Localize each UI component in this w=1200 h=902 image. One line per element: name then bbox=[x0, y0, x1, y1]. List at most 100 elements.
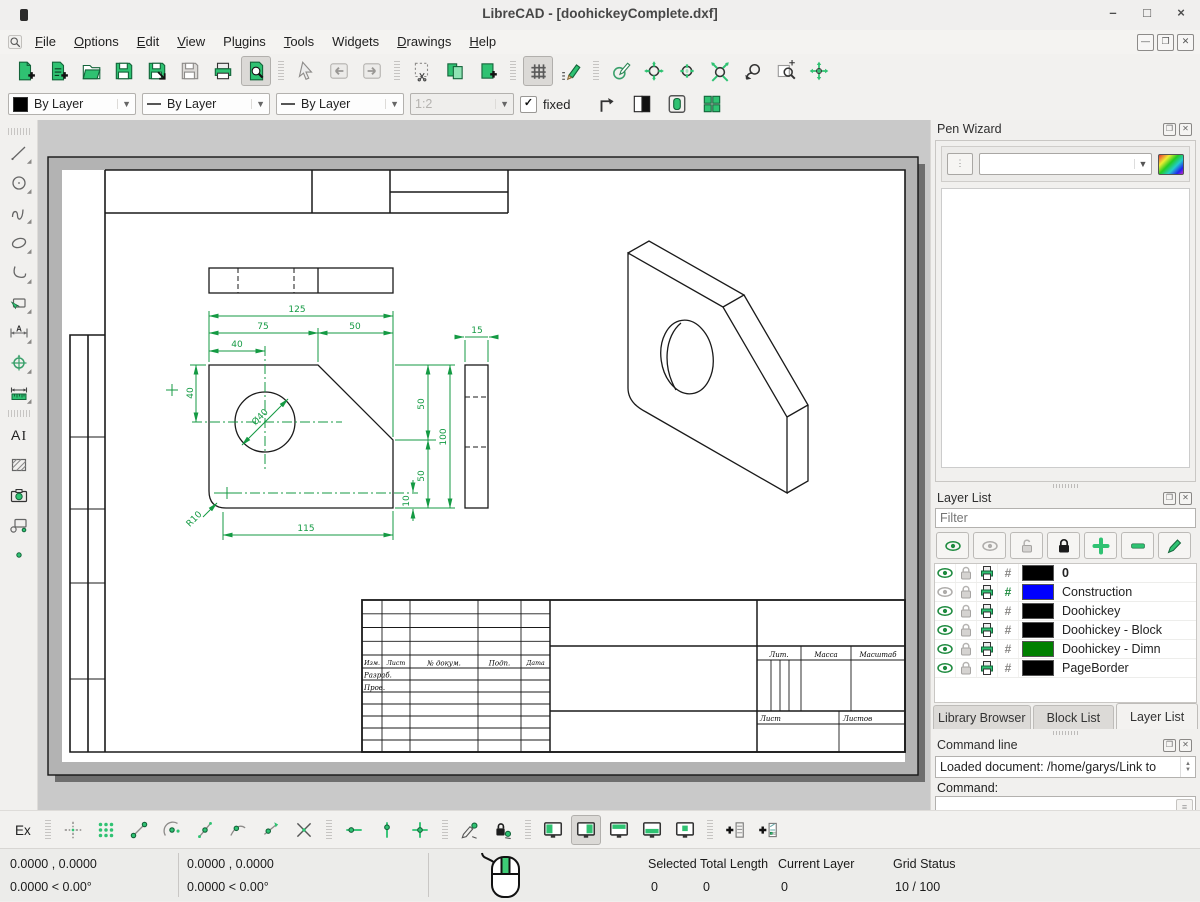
layer-color-swatch[interactable] bbox=[1022, 660, 1054, 676]
layer-lock-toggle[interactable] bbox=[956, 602, 977, 620]
menu-tools[interactable]: Tools bbox=[275, 31, 323, 53]
pen-linetype-combo[interactable]: By Layer ▼ bbox=[276, 93, 404, 115]
layer-print-toggle[interactable] bbox=[977, 659, 998, 677]
dock-top-button[interactable] bbox=[604, 815, 634, 845]
zoom-previous-button[interactable] bbox=[738, 56, 768, 86]
mdi-restore-button[interactable]: ❐ bbox=[1157, 34, 1174, 51]
layer-name[interactable]: Construction bbox=[1057, 585, 1132, 599]
tool-point-button[interactable] bbox=[4, 540, 34, 569]
layer-construction-toggle[interactable]: # bbox=[998, 564, 1019, 582]
tool-line-button[interactable]: ◢ bbox=[4, 138, 34, 167]
remove-layer-button[interactable] bbox=[1121, 532, 1154, 559]
print-button[interactable] bbox=[208, 56, 238, 86]
pen-wizard-list[interactable] bbox=[941, 188, 1190, 468]
tool-polyline-button[interactable]: ◢ bbox=[4, 258, 34, 287]
dock-bottom-button[interactable] bbox=[637, 815, 667, 845]
save-all-button[interactable] bbox=[175, 56, 205, 86]
snap-middle-button[interactable] bbox=[190, 815, 220, 845]
mdi-minimize-button[interactable]: — bbox=[1137, 34, 1154, 51]
pen-wizard-options-button[interactable]: ⋮ bbox=[947, 153, 973, 175]
layer-print-toggle[interactable] bbox=[977, 640, 998, 658]
layer-filter-input[interactable] bbox=[935, 508, 1196, 528]
pen-edit-button[interactable] bbox=[606, 56, 636, 86]
snap-center-button[interactable] bbox=[157, 815, 187, 845]
splitter-handle[interactable] bbox=[931, 482, 1200, 489]
add-pen-widget-button[interactable] bbox=[753, 815, 783, 845]
tab-layer-list[interactable]: Layer List bbox=[1116, 703, 1198, 729]
tool-spline-button[interactable]: ◢ bbox=[4, 198, 34, 227]
command-history[interactable]: Loaded document: /home/garys/Link to ▲▼ bbox=[935, 756, 1196, 778]
menu-help[interactable]: Help bbox=[460, 31, 505, 53]
fixed-checkbox[interactable]: ✓ bbox=[520, 96, 537, 113]
layer-lock-toggle[interactable] bbox=[956, 583, 977, 601]
layer-print-toggle[interactable] bbox=[977, 564, 998, 582]
black-white-button[interactable] bbox=[627, 90, 656, 118]
tool-image-button[interactable] bbox=[4, 480, 34, 509]
lock-relative-zero-button[interactable] bbox=[488, 815, 518, 845]
draft-mode-button[interactable] bbox=[556, 56, 586, 86]
layer-color-swatch[interactable] bbox=[1022, 622, 1054, 638]
open-button[interactable] bbox=[76, 56, 106, 86]
menu-options[interactable]: Options bbox=[65, 31, 128, 53]
drawing-area[interactable]: Изм. Лист № докум. Подп. Дата Разраб. Пр… bbox=[38, 120, 930, 810]
minimize-button[interactable]: – bbox=[1106, 5, 1120, 20]
pen-color-combo[interactable]: By Layer ▼ bbox=[8, 93, 136, 115]
layer-row[interactable]: #Doohickey - Dimn bbox=[935, 640, 1196, 659]
close-button[interactable]: × bbox=[1174, 5, 1188, 20]
cut-button[interactable] bbox=[407, 56, 437, 86]
snap-intersection-button[interactable] bbox=[289, 815, 319, 845]
snap-entity-button[interactable] bbox=[223, 815, 253, 845]
restrict-horizontal-button[interactable] bbox=[339, 815, 369, 845]
tool-text-button[interactable]: AI bbox=[4, 420, 34, 449]
dock-float-button[interactable] bbox=[670, 815, 700, 845]
ucs-button[interactable] bbox=[592, 90, 621, 118]
layer-name[interactable]: Doohickey bbox=[1057, 604, 1120, 618]
layer-visibility-toggle[interactable] bbox=[935, 621, 956, 639]
edit-layer-button[interactable] bbox=[1158, 532, 1191, 559]
menu-view[interactable]: View bbox=[168, 31, 214, 53]
layer-color-swatch[interactable] bbox=[1022, 584, 1054, 600]
layer-visibility-toggle[interactable] bbox=[935, 583, 956, 601]
layer-row[interactable]: #Doohickey - Block bbox=[935, 621, 1196, 640]
tool-select-button[interactable]: ◢ bbox=[4, 288, 34, 317]
lock-all-layers-button[interactable] bbox=[1047, 532, 1080, 559]
layer-print-toggle[interactable] bbox=[977, 602, 998, 620]
grid-toggle-button[interactable] bbox=[523, 56, 553, 86]
zoom-in-button[interactable] bbox=[639, 56, 669, 86]
zoom-out-button[interactable] bbox=[672, 56, 702, 86]
new-from-template-button[interactable] bbox=[43, 56, 73, 86]
menu-file[interactable]: File bbox=[26, 31, 65, 53]
layer-color-swatch[interactable] bbox=[1022, 565, 1054, 581]
snap-grid-button[interactable] bbox=[91, 815, 121, 845]
layer-print-toggle[interactable] bbox=[977, 621, 998, 639]
new-file-button[interactable] bbox=[10, 56, 40, 86]
zoom-window-button[interactable] bbox=[771, 56, 801, 86]
layer-visibility-toggle[interactable] bbox=[935, 564, 956, 582]
tool-measure-button[interactable]: ◢ bbox=[4, 378, 34, 407]
layer-lock-toggle[interactable] bbox=[956, 564, 977, 582]
tile-windows-button[interactable] bbox=[697, 90, 726, 118]
menu-edit[interactable]: Edit bbox=[128, 31, 168, 53]
tool-circle-button[interactable]: ◢ bbox=[4, 168, 34, 197]
layer-construction-toggle[interactable]: # bbox=[998, 640, 1019, 658]
layer-lock-toggle[interactable] bbox=[956, 621, 977, 639]
dock-right-button[interactable] bbox=[571, 815, 601, 845]
tab-block-list[interactable]: Block List bbox=[1033, 705, 1115, 729]
menu-drawings[interactable]: Drawings bbox=[388, 31, 460, 53]
menu-widgets[interactable]: Widgets bbox=[323, 31, 388, 53]
dock-left-button[interactable] bbox=[538, 815, 568, 845]
copy-button[interactable] bbox=[440, 56, 470, 86]
paste-button[interactable] bbox=[473, 56, 503, 86]
close-panel-icon[interactable]: ✕ bbox=[1179, 492, 1192, 505]
spinner-arrows-icon[interactable]: ▲▼ bbox=[1180, 757, 1195, 777]
menu-plugins[interactable]: Plugins bbox=[214, 31, 275, 53]
layer-print-toggle[interactable] bbox=[977, 583, 998, 601]
add-layer-widget-button[interactable] bbox=[720, 815, 750, 845]
mdi-close-button[interactable]: ✕ bbox=[1177, 34, 1194, 51]
close-panel-icon[interactable]: ✕ bbox=[1179, 123, 1192, 136]
pen-width-combo[interactable]: By Layer ▼ bbox=[142, 93, 270, 115]
float-panel-icon[interactable]: ❐ bbox=[1163, 492, 1176, 505]
tool-block-button[interactable] bbox=[4, 510, 34, 539]
layer-color-swatch[interactable] bbox=[1022, 603, 1054, 619]
restrict-vertical-button[interactable] bbox=[372, 815, 402, 845]
